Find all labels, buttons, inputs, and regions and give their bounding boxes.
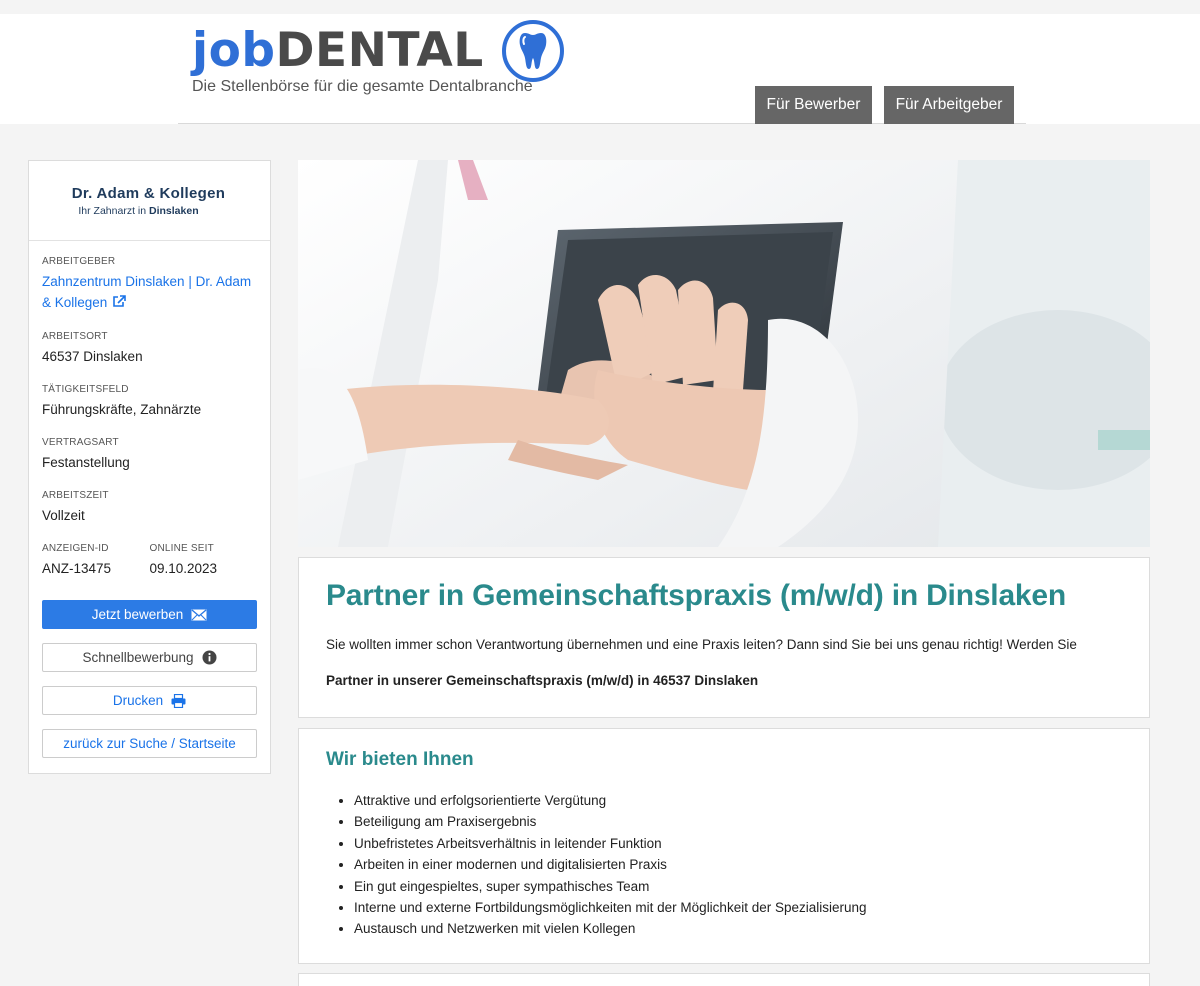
vertragsart-label: VERTRAGSART — [42, 437, 119, 448]
list-item: Interne und externe Fortbildungsmöglichk… — [354, 897, 867, 918]
logo-job: job — [192, 23, 276, 78]
list-item: Unbefristetes Arbeitsverhältnis in leite… — [354, 833, 867, 854]
anzeigen-id-value: ANZ-13475 — [42, 561, 112, 576]
print-button-label: Drucken — [112, 693, 164, 708]
back-to-search-button[interactable]: zurück zur Suche / Startseite — [42, 729, 257, 758]
arbeitgeber-value: Zahnzentrum Dinslaken | Dr. Adam & Kolle… — [42, 271, 257, 314]
job-sidebar: Dr. Adam & Kollegen Ihr Zahnarzt in Dins… — [28, 160, 271, 774]
quick-apply-label: Schnellbewerbung — [82, 650, 194, 665]
arbeitszeit-value: Vollzeit — [42, 508, 85, 523]
company-logo-subline-prefix: Ihr Zahnarzt in — [78, 204, 147, 217]
arbeitsort-value: 46537 Dinslaken — [42, 349, 143, 364]
job-intro-card: Partner in Gemeinschaftspraxis (m/w/d) i… — [298, 557, 1150, 718]
logo-dental: DENTAL — [275, 23, 484, 78]
arbeitsort-label: ARBEITSORT — [42, 331, 108, 342]
site-tagline: Die Stellenbörse für die gesamte Dentalb… — [192, 78, 533, 95]
online-seit-block: ONLINE SEIT 09.10.2023 — [150, 543, 258, 596]
print-button[interactable]: Drucken — [42, 686, 257, 715]
envelope-icon — [191, 608, 207, 621]
apply-button[interactable]: Jetzt bewerben — [42, 600, 257, 629]
site-header: jobDENTAL Die Stellenbörse für die gesam… — [0, 14, 1200, 124]
nav-arbeitgeber-button[interactable]: Für Arbeitgeber — [884, 86, 1014, 124]
job-details: ARBEITGEBER Zahnzentrum Dinslaken | Dr. … — [29, 241, 270, 758]
id-date-row: ANZEIGEN-ID ANZ-13475 ONLINE SEIT 09.10.… — [42, 543, 257, 596]
taetigkeitsfeld-label: TÄTIGKEITSFELD — [42, 384, 129, 395]
online-seit-label: ONLINE SEIT — [149, 543, 214, 554]
employer-link[interactable]: Zahnzentrum Dinslaken | Dr. Adam & Kolle… — [42, 274, 251, 310]
site-logo[interactable]: jobDENTAL — [192, 20, 564, 82]
logo-text: jobDENTAL — [192, 25, 484, 77]
arbeitszeit-label: ARBEITSZEIT — [42, 490, 109, 501]
benefits-card: Wir bieten Ihnen Attraktive und erfolgso… — [298, 728, 1150, 964]
company-logo: Dr. Adam & Kollegen Ihr Zahnarzt in Dins… — [29, 161, 270, 241]
list-item: Austausch und Netzwerken mit vielen Koll… — [354, 918, 867, 939]
header-inner: jobDENTAL Die Stellenbörse für die gesam… — [178, 14, 1026, 124]
tooth-icon — [501, 20, 564, 82]
top-strip — [0, 0, 1200, 14]
company-logo-name: Dr. Adam & Kollegen — [71, 184, 226, 202]
job-intro-bold: Partner in unserer Gemeinschaftspraxis (… — [326, 673, 759, 688]
quick-apply-button[interactable]: Schnellbewerbung — [42, 643, 257, 672]
printer-icon — [171, 693, 186, 708]
list-item: Attraktive und erfolgsorientierte Vergüt… — [354, 790, 867, 811]
job-intro-text: Sie wollten immer schon Verantwortung üb… — [326, 637, 1077, 652]
arbeitgeber-label: ARBEITGEBER — [42, 256, 116, 267]
vertragsart-value: Festanstellung — [42, 455, 130, 470]
anzeigen-id-block: ANZEIGEN-ID ANZ-13475 — [42, 543, 150, 596]
taetigkeitsfeld-value: Führungskräfte, Zahnärzte — [42, 402, 202, 417]
company-logo-subline-city: Dinslaken — [149, 204, 199, 217]
online-seit-value: 09.10.2023 — [149, 561, 218, 576]
benefits-title: Wir bieten Ihnen — [326, 749, 474, 770]
next-section-card — [298, 973, 1150, 986]
external-link-icon[interactable] — [112, 293, 127, 314]
info-icon — [202, 650, 217, 665]
company-logo-subline: Ihr Zahnarzt in Dinslaken — [78, 205, 198, 217]
benefits-list: Attraktive und erfolgsorientierte Vergüt… — [354, 790, 867, 940]
apply-button-label: Jetzt bewerben — [91, 607, 184, 622]
job-title: Partner in Gemeinschaftspraxis (m/w/d) i… — [326, 579, 1067, 612]
list-item: Beteiligung am Praxisergebnis — [354, 811, 867, 832]
list-item: Ein gut eingespieltes, super sympathisch… — [354, 876, 867, 897]
list-item: Arbeiten in einer modernen und digitalis… — [354, 854, 867, 875]
nav-bewerber-button[interactable]: Für Bewerber — [755, 86, 872, 124]
hero-image — [298, 160, 1150, 547]
anzeigen-id-label: ANZEIGEN-ID — [42, 543, 109, 554]
